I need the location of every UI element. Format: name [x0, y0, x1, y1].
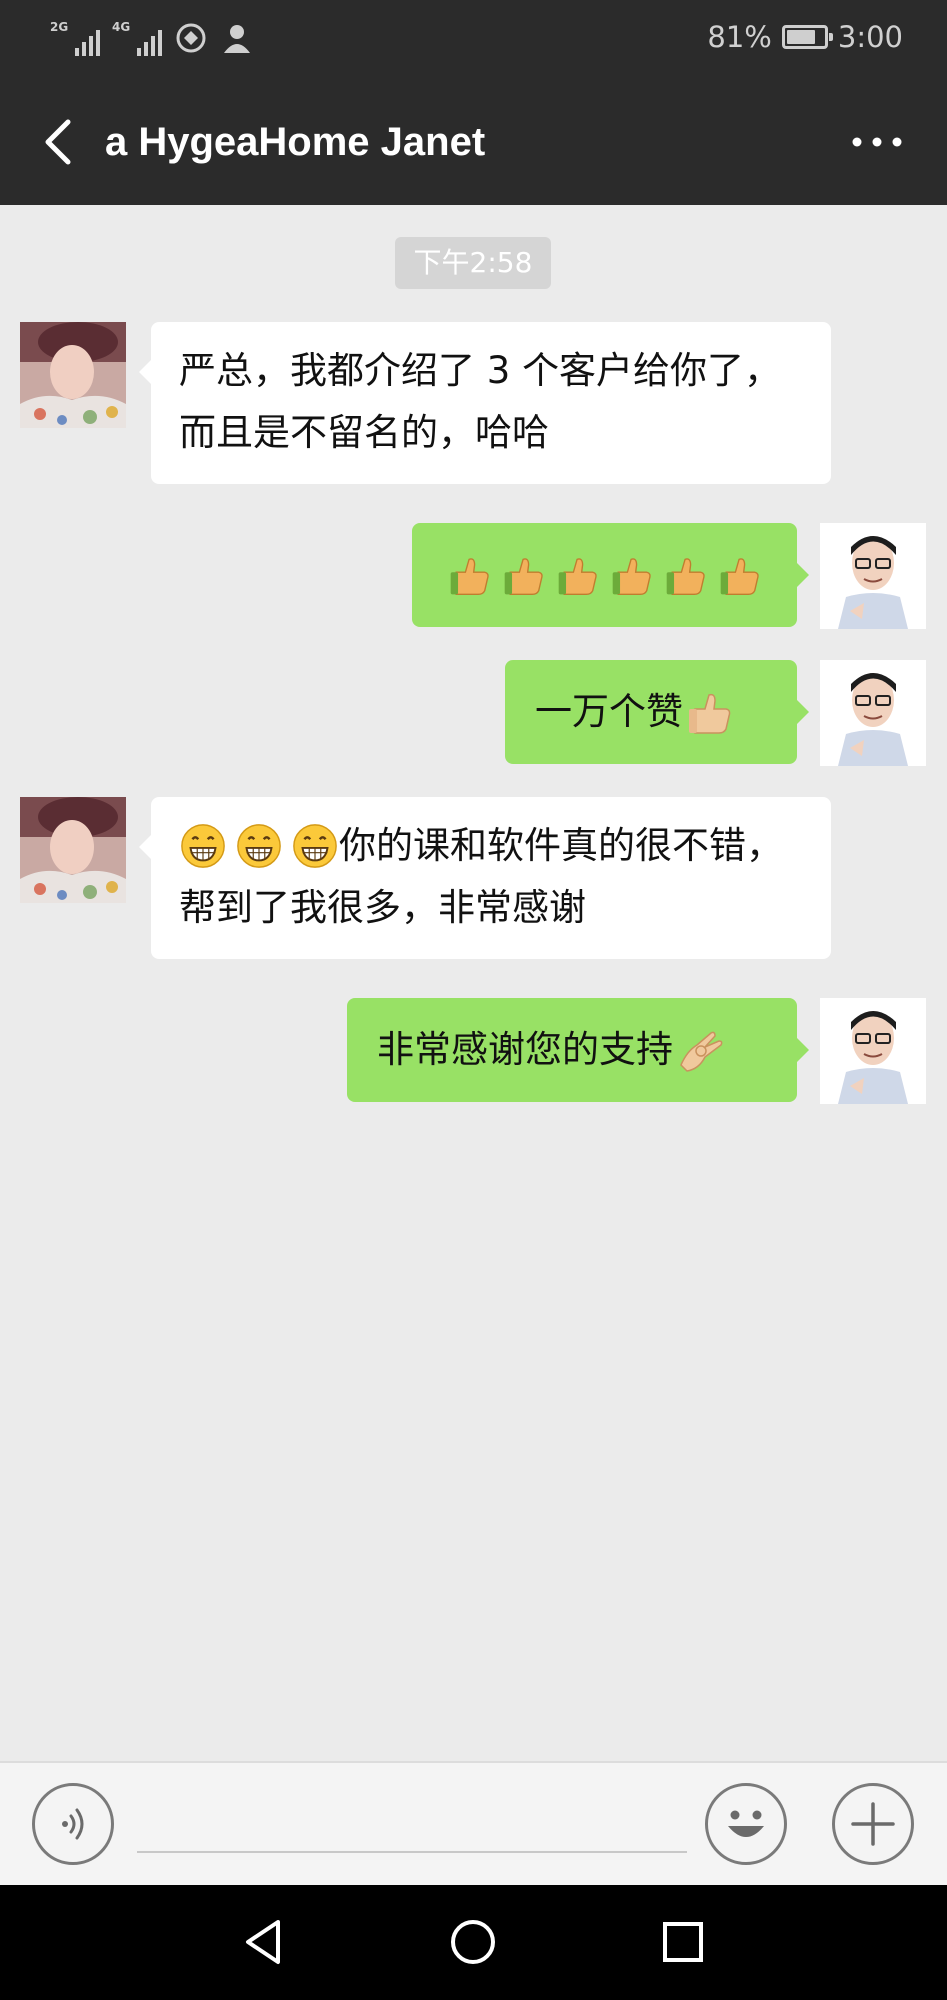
- message-line: 而且是不留名的，哈哈: [179, 411, 549, 454]
- system-nav-bar: [0, 1885, 947, 2000]
- grinning-face-icon: [291, 822, 339, 870]
- message-bubble-self[interactable]: 一万个赞: [505, 660, 809, 764]
- message-text: 非常感谢您的支持: [377, 1028, 673, 1071]
- plus-button[interactable]: [832, 1783, 914, 1865]
- nav-back-icon[interactable]: [232, 1910, 296, 1974]
- message-line: 你的课和软件真的很不错，: [179, 815, 803, 877]
- signal-4g-label: 4G: [112, 20, 131, 34]
- signal-2g-label: 2G: [50, 20, 69, 34]
- chat-area: 下午2:58 严总，我都介绍了 3 个客户给你了， 而且是不留名的，哈哈 一万个…: [0, 205, 947, 1761]
- grinning-face-icon: [179, 822, 227, 870]
- message-bubble-self[interactable]: 非常感谢您的支持: [347, 998, 809, 1102]
- user-icon: [224, 25, 250, 53]
- self-avatar[interactable]: [820, 523, 926, 629]
- status-bar: 2G 4G 81% 3:00: [0, 0, 947, 82]
- message-bubble-other[interactable]: 你的课和软件真的很不错， 帮到了我很多，非常感谢: [139, 797, 831, 959]
- thumbs-up-icon: [555, 552, 601, 598]
- plus-icon: [851, 1802, 895, 1846]
- status-left: 2G 4G: [50, 20, 254, 56]
- chevron-left-icon[interactable]: [30, 112, 90, 172]
- chat-title: a HygeaHome Janet: [105, 120, 486, 164]
- thumbs-up-icon: [447, 552, 493, 598]
- grinning-face-icon: [235, 822, 283, 870]
- thumbs-up-row: [447, 552, 763, 598]
- thumbs-up-icon: [717, 552, 763, 598]
- battery-percent: 81%: [707, 20, 772, 54]
- voice-button[interactable]: [32, 1783, 114, 1865]
- contact-avatar[interactable]: [20, 322, 126, 428]
- clock: 3:00: [837, 20, 903, 54]
- message-line: 严总，我都介绍了 3 个客户给你了，: [179, 349, 782, 392]
- thumbs-up-icon: [501, 552, 547, 598]
- grinning-face-row: [179, 822, 339, 870]
- message-bubble-other[interactable]: 严总，我都介绍了 3 个客户给你了， 而且是不留名的，哈哈: [139, 322, 831, 484]
- nav-home-icon[interactable]: [441, 1910, 505, 1974]
- voice-icon: [62, 1808, 84, 1840]
- emoji-icon: [728, 1810, 764, 1837]
- more-dots-icon[interactable]: [847, 122, 907, 162]
- message-text: 你的课和软件真的很不错，: [339, 824, 783, 867]
- nav-recents-icon[interactable]: [651, 1910, 715, 1974]
- message-timestamp: 下午2:58: [395, 237, 551, 289]
- message-text: 一万个赞: [535, 690, 683, 733]
- signal-2g-icon: 2G: [50, 20, 100, 56]
- vpn-shield-icon: [176, 23, 206, 53]
- message-bubble-self[interactable]: [412, 523, 809, 627]
- ok-hand-icon: [675, 1025, 725, 1075]
- self-avatar[interactable]: [820, 998, 926, 1104]
- input-bar: [0, 1761, 947, 1885]
- message-input[interactable]: [137, 1789, 687, 1853]
- thumbs-up-icon: [609, 552, 655, 598]
- self-avatar[interactable]: [820, 660, 926, 766]
- contact-avatar[interactable]: [20, 797, 126, 903]
- title-bar: a HygeaHome Janet: [0, 82, 947, 205]
- message-line: 帮到了我很多，非常感谢: [179, 886, 586, 929]
- emoji-button[interactable]: [705, 1783, 787, 1865]
- thumbs-up-icon: [663, 552, 709, 598]
- status-right: 81% 3:00: [707, 20, 903, 54]
- battery-icon: [781, 25, 833, 49]
- thumbs-up-icon: [685, 687, 735, 737]
- signal-4g-icon: 4G: [112, 20, 162, 56]
